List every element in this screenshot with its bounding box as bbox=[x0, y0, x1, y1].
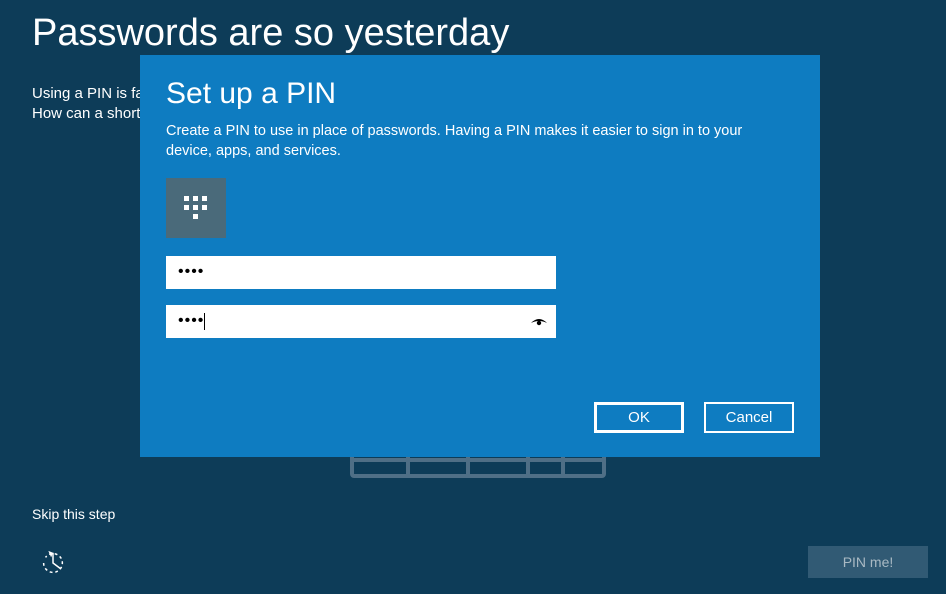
page-subtext-1: Using a PIN is fa bbox=[32, 85, 144, 102]
new-pin-input[interactable]: •••• bbox=[166, 256, 556, 289]
dialog-description: Create a PIN to use in place of password… bbox=[166, 121, 746, 162]
dialog-button-row: OK Cancel bbox=[594, 402, 794, 433]
reveal-password-icon[interactable] bbox=[530, 312, 548, 330]
confirm-pin-input[interactable]: •••• bbox=[166, 305, 556, 338]
page-subtext-2: How can a short bbox=[32, 105, 140, 122]
pin-me-button: PIN me! bbox=[808, 546, 928, 578]
page-title: Passwords are so yesterday bbox=[32, 12, 509, 55]
cancel-button[interactable]: Cancel bbox=[704, 402, 794, 433]
setup-pin-dialog: Set up a PIN Create a PIN to use in plac… bbox=[140, 55, 820, 457]
ok-button[interactable]: OK bbox=[594, 402, 684, 433]
text-caret bbox=[204, 313, 205, 330]
dialog-title: Set up a PIN bbox=[166, 77, 794, 111]
pin-keypad-icon bbox=[166, 178, 226, 238]
new-pin-mask: •••• bbox=[178, 264, 204, 280]
confirm-pin-mask: •••• bbox=[178, 313, 204, 329]
ease-of-access-icon[interactable] bbox=[38, 548, 68, 578]
skip-this-step-link[interactable]: Skip this step bbox=[32, 506, 115, 522]
